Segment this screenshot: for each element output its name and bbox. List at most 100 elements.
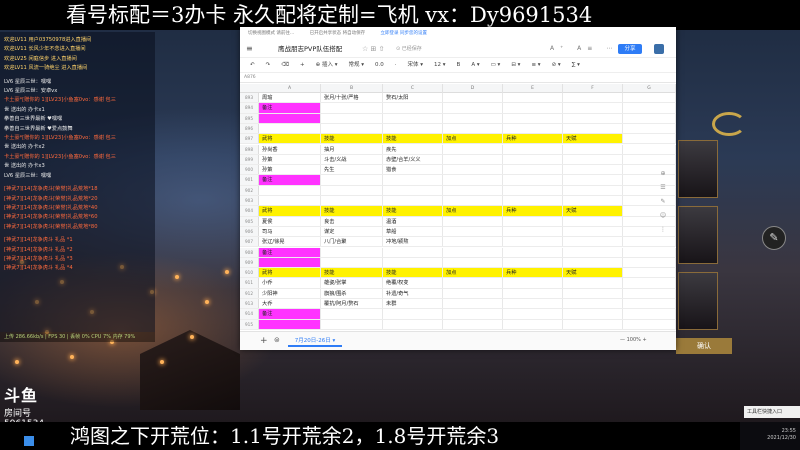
table-cell[interactable] <box>623 247 676 257</box>
table-cell[interactable]: 孙策 <box>259 165 321 175</box>
table-cell[interactable] <box>563 185 623 195</box>
table-cell[interactable] <box>443 196 503 206</box>
table-cell[interactable]: 小乔 <box>259 278 321 288</box>
sheet-list-icon[interactable]: ⊜ <box>274 336 280 344</box>
row-number[interactable]: 909 <box>240 257 259 268</box>
table-cell[interactable] <box>623 154 676 165</box>
zoom-control[interactable]: — 100% + <box>620 337 647 343</box>
table-cell[interactable] <box>623 319 676 329</box>
table-cell[interactable] <box>563 216 623 226</box>
toolbar-button[interactable]: 宋体 ▾ <box>408 62 424 68</box>
table-cell[interactable]: 加点 <box>443 206 503 216</box>
row-number[interactable]: 912 <box>240 288 259 298</box>
table-cell[interactable] <box>563 144 623 154</box>
menu-icon[interactable]: ≡ <box>246 41 253 57</box>
table-cell[interactable] <box>623 257 676 268</box>
side-tool-icon[interactable]: ☺ <box>656 209 670 223</box>
table-cell[interactable] <box>383 257 443 268</box>
table-cell[interactable]: 技能 <box>321 134 383 144</box>
cell-reference[interactable]: A876 <box>240 73 676 83</box>
favorite-icon[interactable]: ☆ ⊞ ⇧ <box>362 41 384 57</box>
table-cell[interactable]: 周瑜 <box>259 93 321 103</box>
side-tool-icon[interactable]: ☰ <box>656 181 670 195</box>
table-cell[interactable] <box>443 154 503 165</box>
table-cell[interactable] <box>503 103 563 113</box>
toolbar-button[interactable]: ⌫ <box>281 62 289 68</box>
table-cell[interactable] <box>321 196 383 206</box>
table-cell[interactable]: 武将 <box>259 134 321 144</box>
table-cell[interactable] <box>503 216 563 226</box>
table-cell[interactable] <box>321 247 383 257</box>
toolbar-button[interactable]: + <box>300 62 305 68</box>
row-number[interactable]: 901 <box>240 175 259 185</box>
table-cell[interactable]: 孙策 <box>259 154 321 165</box>
table-cell[interactable]: 覆抗/阿月/赘石 <box>321 299 383 309</box>
table-cell[interactable] <box>563 165 623 175</box>
table-cell[interactable] <box>503 319 563 329</box>
avatar[interactable] <box>654 44 664 54</box>
title-tools[interactable]: A⁺ A≡ ⋯ <box>550 41 618 57</box>
toolbar-button[interactable]: ≡ ▾ <box>531 62 540 68</box>
table-cell[interactable]: 谋定 <box>321 226 383 237</box>
row-number[interactable]: 897 <box>240 134 259 144</box>
table-cell[interactable]: 备注 <box>259 309 321 319</box>
table-cell[interactable] <box>623 144 676 154</box>
table-cell[interactable] <box>563 309 623 319</box>
share-button[interactable]: 分享 <box>618 44 642 54</box>
table-cell[interactable]: 绝覆/权变 <box>383 278 443 288</box>
row-number[interactable]: 903 <box>240 196 259 206</box>
table-cell[interactable] <box>623 113 676 123</box>
table-cell[interactable]: 备注 <box>259 247 321 257</box>
table-cell[interactable] <box>383 175 443 185</box>
table-cell[interactable]: 张月/十张/严格 <box>321 93 383 103</box>
table-cell[interactable] <box>503 165 563 175</box>
table-cell[interactable]: 草船 <box>383 226 443 237</box>
table-cell[interactable] <box>563 123 623 134</box>
table-cell[interactable]: 斗击/义战 <box>321 154 383 165</box>
row-number[interactable]: 905 <box>240 216 259 226</box>
table-cell[interactable] <box>383 113 443 123</box>
table-cell[interactable]: 疾先 <box>383 144 443 154</box>
hero-portrait[interactable] <box>678 206 718 264</box>
table-cell[interactable] <box>443 319 503 329</box>
table-cell[interactable] <box>503 278 563 288</box>
table-cell[interactable] <box>321 103 383 113</box>
table-cell[interactable] <box>623 268 676 278</box>
table-cell[interactable] <box>443 288 503 298</box>
toolbar-button[interactable]: 0.0 <box>375 62 384 68</box>
side-tool-icons[interactable]: ⊕ ☰ ✎ ☺ ⋮ <box>656 167 670 237</box>
column-header[interactable]: A <box>259 84 321 93</box>
sheet-grid[interactable]: 893 周瑜 张月/十张/严格 赘石/太阳 894 备注 895 896 897 武将 技能 技能 加点… <box>240 93 676 333</box>
row-number[interactable]: 899 <box>240 154 259 165</box>
table-cell[interactable] <box>503 309 563 319</box>
table-cell[interactable] <box>321 257 383 268</box>
table-cell[interactable]: 大乔 <box>259 299 321 309</box>
table-cell[interactable] <box>623 278 676 288</box>
table-cell[interactable]: 旗狼/围杀 <box>321 288 383 298</box>
table-cell[interactable] <box>443 247 503 257</box>
table-cell[interactable] <box>443 257 503 268</box>
table-cell[interactable] <box>563 154 623 165</box>
table-cell[interactable] <box>563 93 623 103</box>
row-number[interactable]: 893 <box>240 93 259 103</box>
table-cell[interactable] <box>321 319 383 329</box>
table-cell[interactable]: 未群 <box>383 299 443 309</box>
table-cell[interactable] <box>503 144 563 154</box>
table-cell[interactable] <box>623 103 676 113</box>
table-cell[interactable] <box>503 196 563 206</box>
table-cell[interactable]: 武将 <box>259 206 321 216</box>
row-number[interactable]: 913 <box>240 299 259 309</box>
edit-round-button[interactable]: ✎ <box>762 226 786 250</box>
table-cell[interactable] <box>503 299 563 309</box>
toolbar-button[interactable]: · <box>395 62 397 68</box>
toolbar-button[interactable]: 12 ▾ <box>434 62 446 68</box>
table-cell[interactable]: 兵种 <box>503 268 563 278</box>
row-number[interactable]: 915 <box>240 319 259 329</box>
table-cell[interactable] <box>503 123 563 134</box>
table-cell[interactable] <box>503 175 563 185</box>
side-tool-icon[interactable]: ⊕ <box>656 167 670 181</box>
table-cell[interactable]: 猎食 <box>383 165 443 175</box>
table-cell[interactable] <box>443 309 503 319</box>
table-cell[interactable] <box>443 93 503 103</box>
row-number[interactable]: 902 <box>240 185 259 195</box>
